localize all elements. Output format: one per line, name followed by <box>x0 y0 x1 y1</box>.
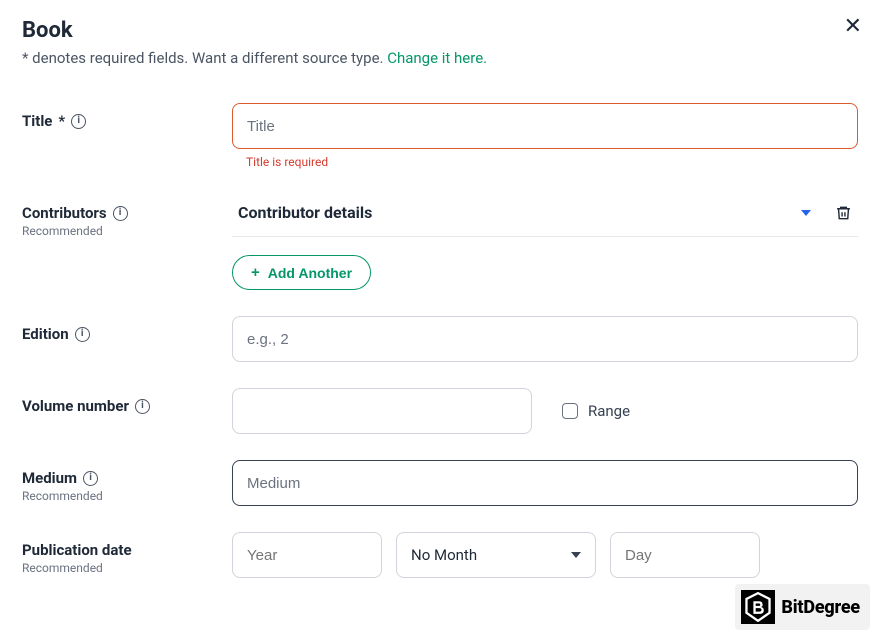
add-another-button[interactable]: + Add Another <box>232 255 371 290</box>
info-icon[interactable] <box>75 327 90 342</box>
info-icon[interactable] <box>71 114 86 129</box>
field-row-volume: Volume number Range <box>22 388 858 434</box>
contributors-label: Contributors <box>22 204 128 222</box>
contributor-accordion[interactable]: Contributor details <box>232 195 858 237</box>
plus-icon: + <box>251 264 260 281</box>
month-select[interactable]: No Month <box>396 532 596 578</box>
field-row-medium: Medium Recommended <box>22 460 858 506</box>
title-label: Title * <box>22 112 86 130</box>
trash-icon[interactable] <box>835 204 852 222</box>
pubdate-hint: Recommended <box>22 561 232 575</box>
change-source-link[interactable]: Change it here. <box>387 49 487 67</box>
close-icon[interactable]: ✕ <box>844 16 862 38</box>
page-title: Book <box>22 18 858 43</box>
chevron-down-icon <box>571 552 581 558</box>
range-label: Range <box>588 402 630 420</box>
month-value: No Month <box>411 546 477 564</box>
accordion-label: Contributor details <box>238 203 372 222</box>
volume-label: Volume number <box>22 397 150 415</box>
info-icon[interactable] <box>113 206 128 221</box>
chevron-down-icon <box>801 210 811 216</box>
year-input[interactable] <box>232 532 382 578</box>
edition-label: Edition <box>22 325 90 343</box>
info-icon[interactable] <box>135 399 150 414</box>
medium-hint: Recommended <box>22 489 232 503</box>
range-checkbox-wrap[interactable]: Range <box>562 402 630 420</box>
watermark: BitDegree <box>735 584 870 630</box>
title-error: Title is required <box>246 155 858 169</box>
day-input[interactable] <box>610 532 760 578</box>
field-row-title: Title * Title is required <box>22 103 858 169</box>
volume-input[interactable] <box>232 388 532 434</box>
required-marker: * <box>58 112 65 130</box>
watermark-text: BitDegree <box>781 597 860 618</box>
subtitle-text: * denotes required fields. Want a differ… <box>22 49 387 67</box>
field-row-pubdate: Publication date Recommended No Month <box>22 532 858 578</box>
pubdate-label: Publication date <box>22 541 132 559</box>
bitdegree-logo-icon <box>741 590 775 624</box>
info-icon[interactable] <box>83 471 98 486</box>
medium-input[interactable] <box>232 460 858 506</box>
field-row-contributors: Contributors Recommended Contributor det… <box>22 195 858 290</box>
page-subtitle: * denotes required fields. Want a differ… <box>22 49 858 67</box>
medium-label: Medium <box>22 469 98 487</box>
field-row-edition: Edition <box>22 316 858 362</box>
edition-input[interactable] <box>232 316 858 362</box>
title-input[interactable] <box>232 103 858 149</box>
contributors-hint: Recommended <box>22 224 232 238</box>
range-checkbox[interactable] <box>562 403 578 419</box>
